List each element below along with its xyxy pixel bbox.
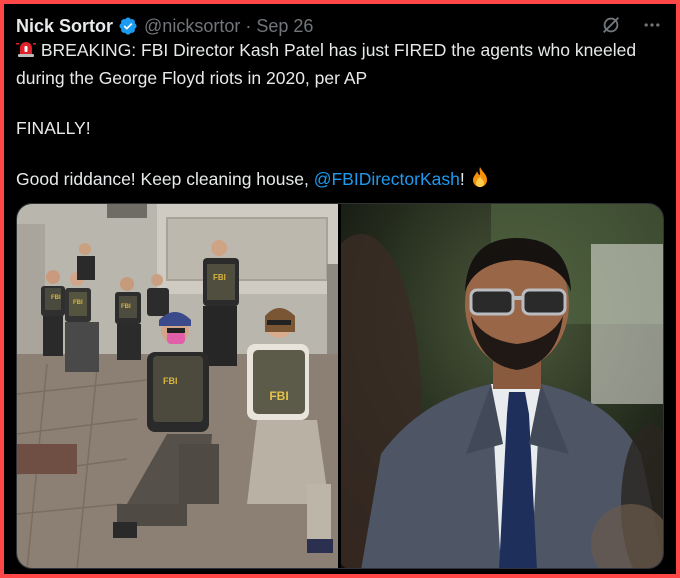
- vest-label: FBI: [269, 389, 288, 403]
- tweet-line-riddance: Good riddance! Keep cleaning house, @FBI…: [16, 166, 656, 195]
- tweet-line-finally: FINALLY!: [16, 118, 91, 138]
- riddance-end: !: [459, 169, 470, 189]
- verified-badge-icon: [118, 16, 138, 36]
- tweet-line-breaking: BREAKING: FBI Director Kash Patel has ju…: [16, 38, 656, 91]
- tweet-date[interactable]: Sep 26: [256, 16, 313, 37]
- photo-man-sunglasses[interactable]: [341, 204, 663, 568]
- siren-emoji: [16, 39, 36, 66]
- separator-dot: ·: [245, 15, 252, 36]
- fire-emoji: [470, 166, 490, 195]
- riddance-text: Good riddance! Keep cleaning house,: [16, 169, 314, 189]
- author-handle[interactable]: @nicksortor: [144, 16, 240, 37]
- vest-label: FBI: [163, 376, 178, 386]
- mention-link[interactable]: @FBIDirectorKash: [314, 169, 460, 189]
- media-grid[interactable]: FBI FBI FBI FBI FBI FBI: [16, 203, 664, 569]
- tweet-header: Nick Sortor @nicksortor · Sep 26: [16, 13, 662, 39]
- grok-icon[interactable]: [600, 14, 622, 36]
- vest-label: FBI: [121, 304, 131, 310]
- photo-agents-kneeling[interactable]: FBI FBI FBI FBI FBI FBI: [17, 204, 338, 568]
- author-name[interactable]: Nick Sortor: [16, 16, 113, 37]
- tweet-card[interactable]: Nick Sortor @nicksortor · Sep 26 BREAKIN…: [4, 4, 676, 574]
- vest-label: FBI: [73, 300, 83, 306]
- vest-label: FBI: [51, 295, 61, 301]
- breaking-text: BREAKING: FBI Director Kash Patel has ju…: [16, 40, 637, 88]
- vest-label: FBI: [213, 273, 226, 282]
- more-options-icon[interactable]: [642, 15, 662, 35]
- tweet-text: BREAKING: FBI Director Kash Patel has ju…: [16, 38, 656, 195]
- header-actions: [600, 14, 662, 36]
